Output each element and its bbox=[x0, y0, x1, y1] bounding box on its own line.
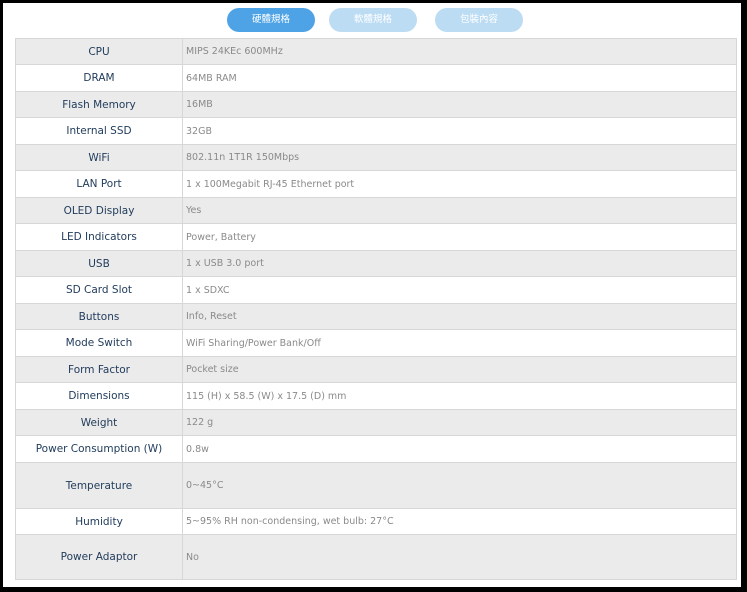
spec-row-wifi: WiFi 802.11n 1T1R 150Mbps bbox=[15, 144, 737, 171]
spec-row-humidity: Humidity 5~95% RH non-condensing, wet bu… bbox=[15, 508, 737, 535]
spec-label: LED Indicators bbox=[15, 223, 183, 251]
spec-value: 115 (H) x 58.5 (W) x 17.5 (D) mm bbox=[182, 382, 737, 410]
tab-package-contents[interactable]: 包裝內容 bbox=[435, 8, 523, 32]
spec-label: Internal SSD bbox=[15, 117, 183, 145]
spec-label: Buttons bbox=[15, 303, 183, 330]
spec-row-mode-switch: Mode Switch WiFi Sharing/Power Bank/Off bbox=[15, 329, 737, 357]
spec-row-sd-card-slot: SD Card Slot 1 x SDXC bbox=[15, 276, 737, 304]
spec-label: Power Consumption (W) bbox=[15, 435, 183, 463]
spec-value: 1 x USB 3.0 port bbox=[182, 250, 737, 277]
spec-label: SD Card Slot bbox=[15, 276, 183, 304]
spec-label: CPU bbox=[15, 38, 183, 65]
spec-value: Info, Reset bbox=[182, 303, 737, 330]
spec-row-oled-display: OLED Display Yes bbox=[15, 197, 737, 224]
spec-row-cpu: CPU MIPS 24KEc 600MHz bbox=[15, 38, 737, 65]
spec-row-flash-memory: Flash Memory 16MB bbox=[15, 91, 737, 118]
spec-value: MIPS 24KEc 600MHz bbox=[182, 38, 737, 65]
spec-label: Weight bbox=[15, 409, 183, 436]
spec-value: 32GB bbox=[182, 117, 737, 145]
spec-value: 1 x 100Megabit RJ-45 Ethernet port bbox=[182, 170, 737, 198]
spec-value: 802.11n 1T1R 150Mbps bbox=[182, 144, 737, 171]
spec-label: Humidity bbox=[15, 508, 183, 535]
spec-label: Dimensions bbox=[15, 382, 183, 410]
spec-row-dimensions: Dimensions 115 (H) x 58.5 (W) x 17.5 (D)… bbox=[15, 382, 737, 410]
spec-label: DRAM bbox=[15, 64, 183, 92]
spec-value: 1 x SDXC bbox=[182, 276, 737, 304]
spec-row-buttons: Buttons Info, Reset bbox=[15, 303, 737, 330]
spec-label: USB bbox=[15, 250, 183, 277]
spec-row-dram: DRAM 64MB RAM bbox=[15, 64, 737, 92]
spec-row-form-factor: Form Factor Pocket size bbox=[15, 356, 737, 383]
spec-value: Yes bbox=[182, 197, 737, 224]
spec-label: Temperature bbox=[15, 462, 183, 509]
spec-value: 0.8w bbox=[182, 435, 737, 463]
tab-software-specs[interactable]: 軟體規格 bbox=[329, 8, 417, 32]
spec-value: No bbox=[182, 534, 737, 580]
tab-bar: 硬體規格 軟體規格 包裝內容 bbox=[3, 8, 741, 34]
spec-value: WiFi Sharing/Power Bank/Off bbox=[182, 329, 737, 357]
spec-row-weight: Weight 122 g bbox=[15, 409, 737, 436]
spec-row-power-adaptor: Power Adaptor No bbox=[15, 534, 737, 580]
spec-row-usb: USB 1 x USB 3.0 port bbox=[15, 250, 737, 277]
spec-row-lan-port: LAN Port 1 x 100Megabit RJ-45 Ethernet p… bbox=[15, 170, 737, 198]
spec-value: 0~45°C bbox=[182, 462, 737, 509]
spec-table: CPU MIPS 24KEc 600MHz DRAM 64MB RAM Flas… bbox=[15, 38, 737, 580]
spec-label: Flash Memory bbox=[15, 91, 183, 118]
spec-value: 5~95% RH non-condensing, wet bulb: 27°C bbox=[182, 508, 737, 535]
spec-value: 122 g bbox=[182, 409, 737, 436]
spec-label: OLED Display bbox=[15, 197, 183, 224]
spec-panel: 硬體規格 軟體規格 包裝內容 CPU MIPS 24KEc 600MHz DRA… bbox=[3, 3, 741, 587]
spec-row-temperature: Temperature 0~45°C bbox=[15, 462, 737, 509]
spec-label: WiFi bbox=[15, 144, 183, 171]
spec-label: Power Adaptor bbox=[15, 534, 183, 580]
spec-row-internal-ssd: Internal SSD 32GB bbox=[15, 117, 737, 145]
spec-label: Form Factor bbox=[15, 356, 183, 383]
spec-label: LAN Port bbox=[15, 170, 183, 198]
spec-value: Power, Battery bbox=[182, 223, 737, 251]
spec-value: 64MB RAM bbox=[182, 64, 737, 92]
spec-row-led-indicators: LED Indicators Power, Battery bbox=[15, 223, 737, 251]
tab-hardware-specs[interactable]: 硬體規格 bbox=[227, 8, 315, 32]
spec-row-power-consumption: Power Consumption (W) 0.8w bbox=[15, 435, 737, 463]
spec-value: Pocket size bbox=[182, 356, 737, 383]
spec-value: 16MB bbox=[182, 91, 737, 118]
spec-label: Mode Switch bbox=[15, 329, 183, 357]
